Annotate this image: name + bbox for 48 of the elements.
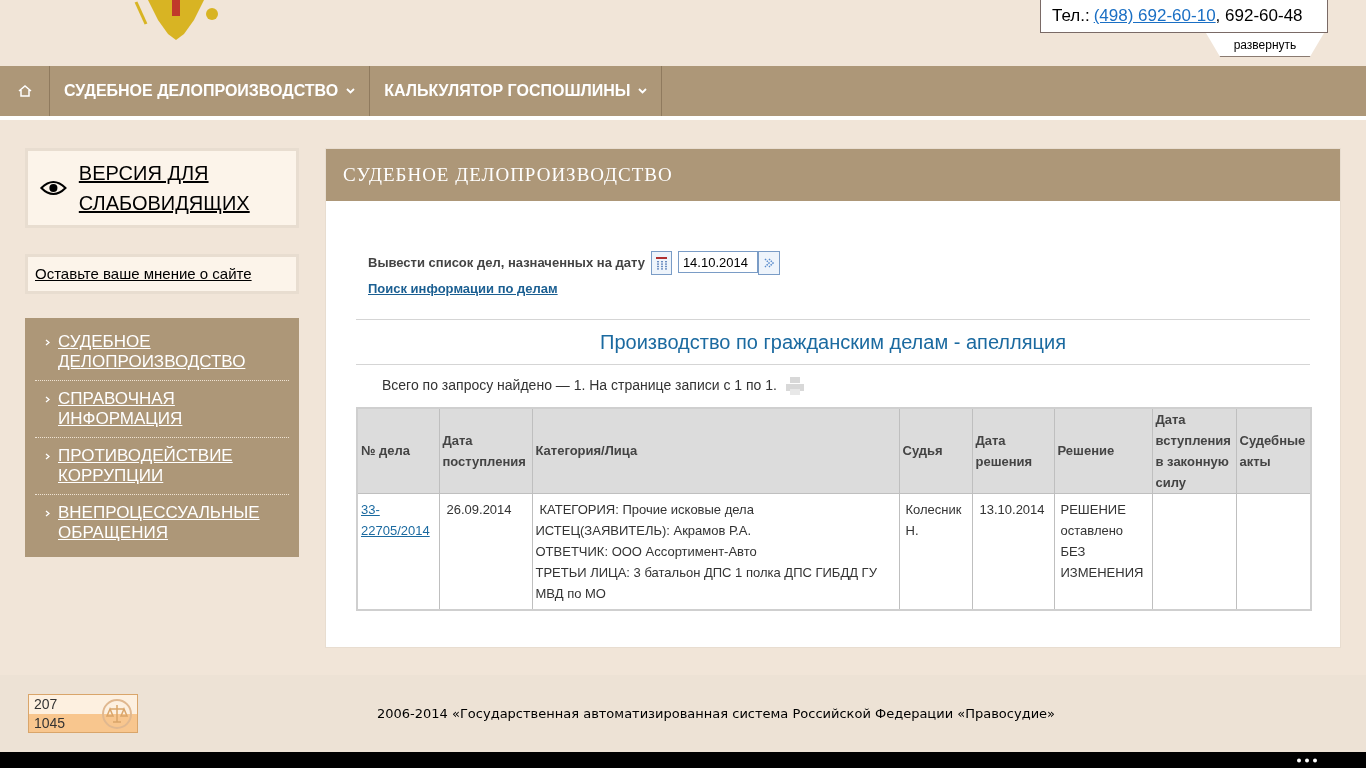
home-icon: [17, 85, 32, 97]
phone-link[interactable]: (498) 692-60-10: [1093, 3, 1216, 29]
date-label: Вывести список дел, назначенных на дату: [368, 254, 645, 273]
table-cell-text: ТРЕТЬИ ЛИЦА: 3 батальон ДПС 1 полка ДПС ГИБДД ГУ МВД по МО: [535, 564, 878, 603]
sidebar-menu-item[interactable]: СПРАВОЧНАЯ ИНФОРМАЦИЯ: [35, 381, 289, 438]
forward-icon: [762, 257, 775, 269]
sidebar-menu-item[interactable]: СУДЕБНОЕ ДЕЛОПРОИЗВОДСТВО: [35, 324, 289, 381]
table-cell-text: ИСТЕЦ(ЗАЯВИТЕЛЬ): Акрамов Р.А.: [535, 522, 753, 540]
calendar-icon: [654, 256, 668, 270]
counter-value: 207: [29, 695, 137, 714]
copyright-text: 2006-2014 «Государственная автоматизированная система Российской Федерации «Правосудие»: [377, 704, 1056, 723]
chevron-down-icon: [346, 88, 356, 94]
table-cell-text: Колесник Н.: [904, 501, 963, 540]
chevron-right-icon: [45, 396, 50, 403]
printer-icon[interactable]: [784, 375, 805, 396]
calendar-button[interactable]: [650, 251, 672, 275]
chevron-right-icon: [45, 453, 50, 460]
page-title: СУДЕБНОЕ ДЕЛОПРОИЗВОДСТВО: [326, 149, 1340, 201]
column-header: Дата решения: [972, 407, 1054, 494]
table-cell-text: РЕШЕНИЕ оставлено БЕЗ ИЗМЕНЕНИЯ: [1059, 501, 1145, 582]
column-header: № дела: [357, 407, 439, 494]
column-header: Дата поступления: [439, 407, 532, 494]
chevron-right-icon: [45, 339, 50, 346]
feedback-link[interactable]: Оставьте ваше мнение о сайте: [25, 254, 299, 294]
column-header: Судья: [899, 407, 972, 494]
accessibility-button[interactable]: ВЕРСИЯ ДЛЯ СЛАБОВИДЯЩИХ: [25, 148, 299, 228]
phone-number: , 692-60-48: [1215, 5, 1303, 28]
sidebar-menu-item[interactable]: ВНЕПРОЦЕССУАЛЬНЫЕ ОБРАЩЕНИЯ: [35, 495, 289, 551]
chevron-right-icon: [45, 510, 50, 517]
table-cell-text: 26.09.2014: [445, 502, 512, 517]
results-count: Всего по запросу найдено — 1. На странице записи с 1 по 1.: [382, 376, 777, 395]
chevron-down-icon: [638, 88, 648, 94]
column-header: Решение: [1054, 407, 1152, 494]
table-cell-text: КАТЕГОРИЯ: Прочие исковые дела: [538, 501, 755, 519]
table-cell-text: 13.10.2014: [978, 501, 1046, 519]
search-info-link[interactable]: Поиск информации по делам: [356, 279, 1310, 299]
sidebar-menu-item[interactable]: ПРОТИВОДЕЙСТВИЕ КОРРУПЦИИ: [35, 438, 289, 495]
phone-label: Тел.:: [1052, 5, 1090, 28]
counter-value: 1045: [29, 714, 137, 732]
more-icon: [1296, 757, 1318, 763]
date-field[interactable]: 14.10.2014: [677, 251, 758, 273]
section-title: Производство по гражданским делам - апелляция: [600, 329, 1066, 355]
column-header: Категория/Лица: [532, 407, 899, 494]
scales-icon: [101, 698, 133, 730]
go-button[interactable]: [757, 251, 780, 275]
expand-tab[interactable]: развернуть: [1206, 33, 1324, 57]
column-header: Дата вступления в законную силу: [1152, 407, 1236, 494]
table-cell-text: ОТВЕТЧИК: ООО Ассортимент-Авто: [535, 543, 758, 561]
